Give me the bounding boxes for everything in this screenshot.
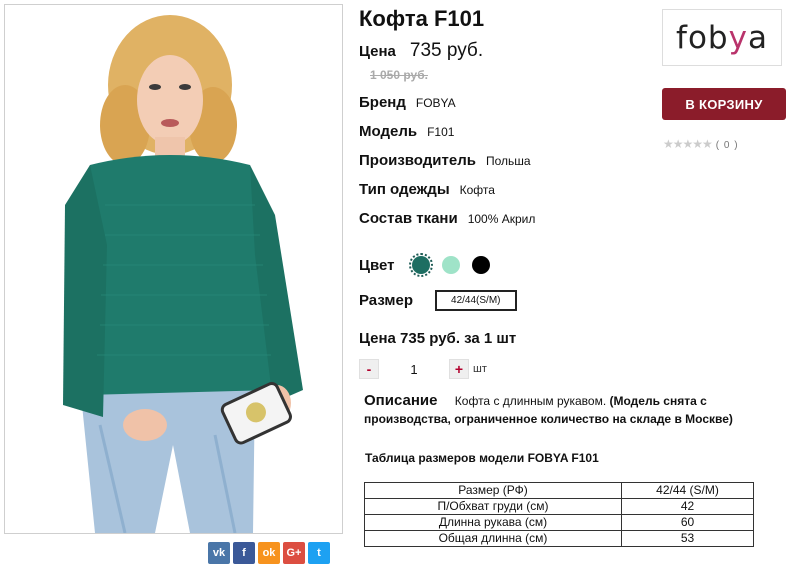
price-label: Цена — [359, 43, 396, 60]
total-price-text: Цена 735 руб. за 1 шт — [359, 330, 517, 347]
table-cell: П/Обхват груди (см) — [364, 498, 622, 515]
size-label: Размер — [359, 292, 414, 309]
model-row: Модель F101 — [359, 123, 454, 140]
type-value: Кофта — [459, 183, 495, 197]
maker-row: Производитель Польша — [359, 152, 531, 169]
type-row: Тип одежды Кофта — [359, 181, 495, 198]
add-to-cart-button[interactable]: В КОРЗИНУ — [662, 88, 786, 120]
vk-icon[interactable]: vk — [208, 542, 230, 564]
odnoklassniki-icon[interactable]: ok — [258, 542, 280, 564]
brand-logo[interactable]: fob y a — [662, 9, 782, 66]
quantity-stepper: - 1 + шт — [359, 359, 487, 379]
model-illustration — [5, 5, 342, 533]
model-label: Модель — [359, 123, 418, 140]
table-cell: Общая длинна (см) — [364, 530, 622, 547]
fabric-label: Состав ткани — [359, 210, 458, 227]
facebook-icon[interactable]: f — [233, 542, 255, 564]
model-value: F101 — [427, 125, 455, 139]
share-bar: vk f ok G+ t — [208, 542, 330, 564]
description-text: Кофта с длинным рукавом. — [454, 394, 607, 408]
color-swatch-teal[interactable] — [409, 253, 434, 277]
logo-text-y: y — [728, 19, 748, 56]
logo-text-a: fob — [676, 19, 729, 56]
qty-plus-button[interactable]: + — [449, 359, 469, 379]
google-plus-icon[interactable]: G+ — [283, 542, 305, 564]
table-cell: 60 — [621, 514, 754, 531]
old-price: 1 050 руб. — [370, 68, 428, 82]
color-row: Цвет — [359, 252, 491, 277]
qty-minus-button[interactable]: - — [359, 359, 379, 379]
table-cell: 53 — [621, 530, 754, 547]
star-icons[interactable]: ★★★★★ — [663, 137, 713, 151]
maker-label: Производитель — [359, 152, 476, 169]
color-label: Цвет — [359, 257, 395, 274]
size-table-title: Таблица размеров модели FOBYA F101 — [365, 451, 599, 465]
price-value: 735 руб. — [409, 40, 484, 61]
brand-row: Бренд FOBYA — [359, 94, 456, 111]
table-row: П/Обхват груди (см) 42 — [364, 498, 754, 515]
color-swatch-mint[interactable] — [442, 256, 461, 274]
fabric-value: 100% Акрил — [467, 212, 536, 226]
table-cell: Длинна рукава (см) — [364, 514, 622, 531]
review-count: ( 0 ) — [715, 140, 739, 151]
brand-label: Бренд — [359, 94, 406, 111]
size-row: Размер 42/44(S/M) — [359, 290, 517, 313]
description-heading: Описание — [364, 392, 438, 409]
fabric-row: Состав ткани 100% Акрил — [359, 210, 535, 227]
logo-text-c: a — [747, 19, 768, 56]
rating[interactable]: ★★★★★( 0 ) — [663, 137, 739, 151]
price-row: Цена 735 руб. — [359, 40, 483, 62]
description: Описание Кофта с длинным рукавом. (Модел… — [364, 392, 774, 428]
brand-value: FOBYA — [415, 96, 456, 110]
qty-value[interactable]: 1 — [379, 362, 449, 377]
type-label: Тип одежды — [359, 181, 450, 198]
table-cell: Размер (РФ) — [364, 482, 622, 499]
product-photo[interactable] — [4, 4, 343, 534]
table-row: Общая длинна (см) 53 — [364, 530, 754, 547]
table-row: Размер (РФ) 42/44 (S/M) — [364, 482, 754, 499]
color-swatch-black[interactable] — [472, 256, 491, 274]
twitter-icon[interactable]: t — [308, 542, 330, 564]
product-title: Кофта F101 — [359, 6, 485, 31]
maker-value: Польша — [485, 154, 531, 168]
qty-unit: шт — [473, 363, 487, 375]
total-row: Цена 735 руб. за 1 шт — [359, 330, 516, 347]
size-option[interactable]: 42/44(S/M) — [435, 290, 517, 311]
size-table: Размер (РФ) 42/44 (S/M) П/Обхват груди (… — [364, 482, 754, 547]
table-cell: 42 — [621, 498, 754, 515]
table-cell: 42/44 (S/M) — [621, 482, 754, 499]
table-row: Длинна рукава (см) 60 — [364, 514, 754, 531]
